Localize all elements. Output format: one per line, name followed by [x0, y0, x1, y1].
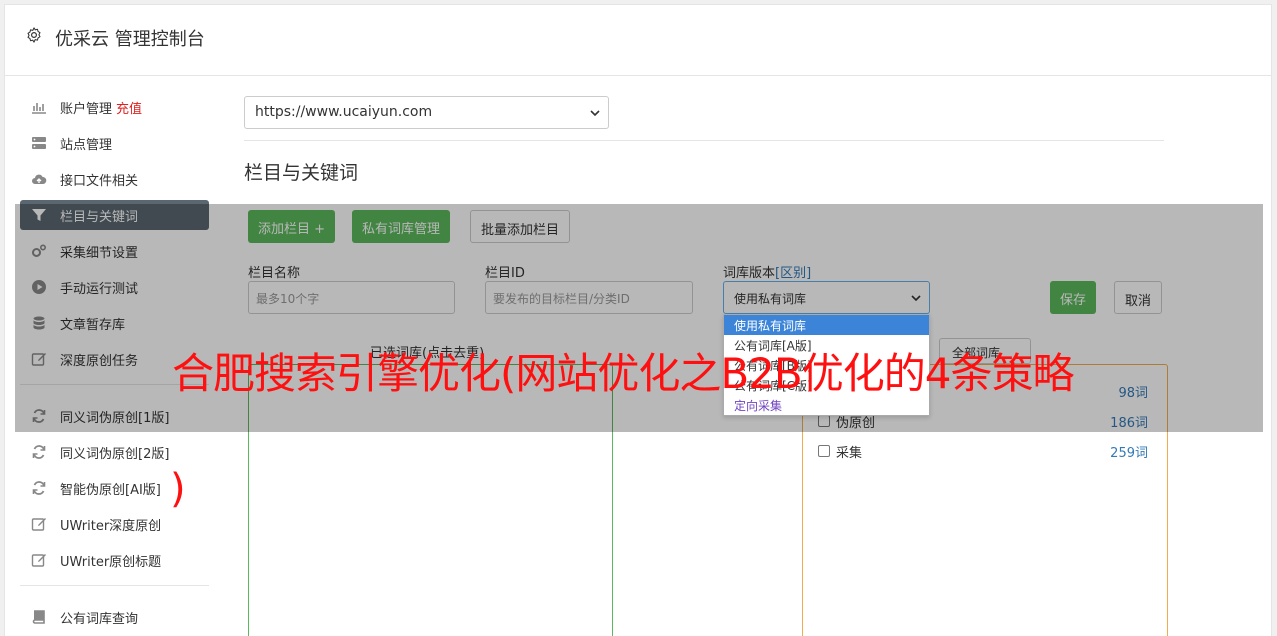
dropdown-option[interactable]: 使用私有词库	[724, 315, 929, 335]
sidebar-item-public-lib-query[interactable]: 公有词库查询	[20, 602, 209, 632]
recharge-link[interactable]: 充值	[116, 102, 142, 117]
sidebar-item-label: UWriter深度原创	[60, 519, 162, 534]
refresh-icon	[32, 481, 46, 495]
sidebar-item-uwriter-deep[interactable]: UWriter深度原创	[20, 509, 209, 539]
server-icon	[32, 137, 46, 149]
overlay-tail: )	[170, 466, 186, 512]
sidebar-item-interface[interactable]: 接口文件相关	[20, 164, 209, 194]
section-title: 栏目与关键词	[244, 162, 359, 184]
bar-chart-icon	[32, 103, 46, 114]
sidebar-item-label: 公有词库查询	[60, 612, 139, 627]
sidebar-item-sites[interactable]: 站点管理	[20, 128, 209, 158]
page-title: 优采云 管理控制台	[55, 29, 205, 50]
cloud-upload-icon	[32, 174, 47, 184]
gear-icon	[27, 27, 41, 43]
sidebar-item-label: 接口文件相关	[60, 174, 139, 189]
sidebar-item-label: 智能伪原创[AI版]	[60, 483, 161, 498]
sidebar-item-account[interactable]: 账户管理 充值	[20, 92, 209, 122]
site-select-value: https://www.ucaiyun.com	[255, 104, 433, 120]
sidebar-item-label: UWriter原创标题	[60, 555, 162, 570]
overlay-headline: 合肥搜索引擎优化(网站优化之B2B优化的4条策略	[172, 349, 1074, 398]
sidebar-divider	[20, 585, 209, 586]
book-icon	[32, 610, 45, 624]
edit-icon	[31, 554, 46, 567]
sidebar-item-uwriter-title[interactable]: UWriter原创标题	[20, 545, 209, 575]
chevron-down-icon	[590, 110, 600, 117]
sidebar-item-label: 账户管理	[60, 102, 113, 117]
sidebar-item-label: 同义词伪原创[2版]	[60, 447, 170, 462]
refresh-icon	[32, 445, 46, 459]
edit-icon	[31, 518, 46, 531]
section-divider	[244, 140, 1164, 141]
page-header: 优采云 管理控制台	[5, 5, 1271, 76]
lib-checkbox[interactable]	[818, 445, 830, 457]
lib-name: 采集	[836, 446, 863, 461]
lib-count: 259词	[1110, 446, 1148, 461]
sidebar-item-label: 站点管理	[60, 138, 113, 153]
sidebar-item-synonym-v2[interactable]: 同义词伪原创[2版]	[20, 437, 209, 467]
list-item[interactable]: 采集 259词	[818, 442, 1148, 462]
site-select[interactable]: https://www.ucaiyun.com	[244, 96, 609, 129]
